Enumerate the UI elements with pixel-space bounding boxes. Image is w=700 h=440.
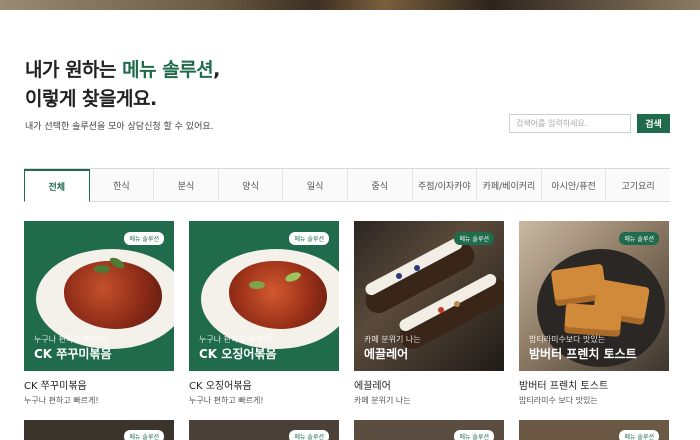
card-overlay-subtitle: 누구나 편하고 빠르게! xyxy=(34,335,109,344)
headline-accent: 메뉴 솔루션 xyxy=(122,59,214,81)
menu-solution-badge: 메뉴 솔루션 xyxy=(619,430,659,440)
card-description: 카페 분위기 나는 xyxy=(354,396,411,405)
card-description: 밥티라미수 보다 맛있는 xyxy=(519,396,598,405)
tab-cafe-bakery[interactable]: 카페/베이커리 xyxy=(477,169,542,201)
card-title: 밤버터 프렌치 토스트 xyxy=(519,381,609,392)
menu-solution-badge: 메뉴 솔루션 xyxy=(124,430,164,440)
hero-image xyxy=(0,0,700,10)
headline-line-2: 이렇게 찾을게요. xyxy=(25,88,157,110)
headline-prefix: 내가 원하는 xyxy=(25,59,123,81)
card-overlay-title: CK 오징어볶음 xyxy=(199,347,277,361)
search-input[interactable] xyxy=(509,114,631,133)
tab-snack[interactable]: 분식 xyxy=(154,169,219,201)
toast-graphic xyxy=(564,303,622,337)
tab-pub[interactable]: 주점/이자카야 xyxy=(412,169,478,201)
card-title: CK 오징어볶음 xyxy=(189,381,252,392)
card-overlay-title: 에끌레어 xyxy=(364,347,409,361)
tab-chinese[interactable]: 중식 xyxy=(347,169,413,201)
card-title: 에끌레어 xyxy=(354,381,391,392)
menu-card[interactable]: 메뉴 솔루션 누구나 편하고 빠르게! CK 오징어볶음 CK 오징어볶음 누구… xyxy=(189,221,339,406)
herb-graphic xyxy=(94,265,110,273)
menu-solution-badge: 메뉴 솔루션 xyxy=(454,430,494,440)
tab-korean[interactable]: 한식 xyxy=(89,169,155,201)
headline-line-1: 내가 원하는 메뉴 솔루션, xyxy=(25,56,220,85)
card-overlay-subtitle: 카페 분위기 나는 xyxy=(364,335,421,344)
tab-all[interactable]: 전체 xyxy=(24,169,90,202)
card-title: CK 쭈꾸미볶음 xyxy=(24,381,87,392)
card-overlay-title: 밤버터 프렌치 토스트 xyxy=(529,347,637,361)
page-headline: 내가 원하는 메뉴 솔루션, 이렇게 찾을게요. xyxy=(25,56,220,114)
menu-solution-badge: 메뉴 솔루션 xyxy=(454,232,494,245)
berry-graphic xyxy=(414,265,420,271)
menu-solution-badge: 메뉴 솔루션 xyxy=(124,232,164,245)
card-overlay-title: CK 쭈꾸미볶음 xyxy=(34,347,112,361)
berry-graphic xyxy=(396,273,402,279)
menu-card-image: 메뉴 솔루션 밥티라미수보다 맛있는 밤버터 프렌치 토스트 xyxy=(519,221,669,371)
menu-card[interactable]: 메뉴 솔루션 xyxy=(354,420,504,440)
menu-card-image: 메뉴 솔루션 카페 분위기 나는 에끌레어 xyxy=(354,221,504,371)
menu-card[interactable]: 메뉴 솔루션 xyxy=(519,420,669,440)
menu-solution-badge: 메뉴 솔루션 xyxy=(289,232,329,245)
tab-japanese[interactable]: 일식 xyxy=(283,169,348,201)
category-tabs: 전체 한식 분식 양식 일식 중식 주점/이자카야 카페/베이커리 아시안/퓨전… xyxy=(24,168,670,202)
menu-card[interactable]: 메뉴 솔루션 xyxy=(24,420,174,440)
card-overlay-subtitle: 누구나 편하고 빠르게! xyxy=(199,335,274,344)
menu-solution-badge: 메뉴 솔루션 xyxy=(289,430,329,440)
herb-graphic xyxy=(249,281,265,289)
nut-graphic xyxy=(454,301,460,307)
tab-western[interactable]: 양식 xyxy=(218,169,284,201)
menu-card-image: 메뉴 솔루션 누구나 편하고 빠르게! CK 쭈꾸미볶음 xyxy=(24,221,174,371)
tab-asian-fusion[interactable]: 아시안/퓨전 xyxy=(541,169,607,201)
menu-card[interactable]: 메뉴 솔루션 xyxy=(189,420,339,440)
menu-card[interactable]: 메뉴 솔루션 카페 분위기 나는 에끌레어 에끌레어 카페 분위기 나는 xyxy=(354,221,504,406)
menu-card[interactable]: 메뉴 솔루션 밥티라미수보다 맛있는 밤버터 프렌치 토스트 밤버터 프렌치 토… xyxy=(519,221,669,406)
page-subtext: 내가 선택한 솔루션을 모아 상담신청 할 수 있어요. xyxy=(25,122,214,132)
card-description: 누구나 편하고 빠르게! xyxy=(189,396,264,405)
headline-suffix: , xyxy=(213,59,220,81)
berry-graphic xyxy=(438,307,444,313)
menu-card-image: 메뉴 솔루션 누구나 편하고 빠르게! CK 오징어볶음 xyxy=(189,221,339,371)
menu-card[interactable]: 메뉴 솔루션 누구나 편하고 빠르게! CK 쭈꾸미볶음 CK 쭈꾸미볶음 누구… xyxy=(24,221,174,406)
menu-solution-badge: 메뉴 솔루션 xyxy=(619,232,659,245)
search-button[interactable]: 검색 xyxy=(637,114,670,133)
card-description: 누구나 편하고 빠르게! xyxy=(24,396,99,405)
card-overlay-subtitle: 밥티라미수보다 맛있는 xyxy=(529,335,606,344)
tab-meat[interactable]: 고기요리 xyxy=(606,169,670,201)
